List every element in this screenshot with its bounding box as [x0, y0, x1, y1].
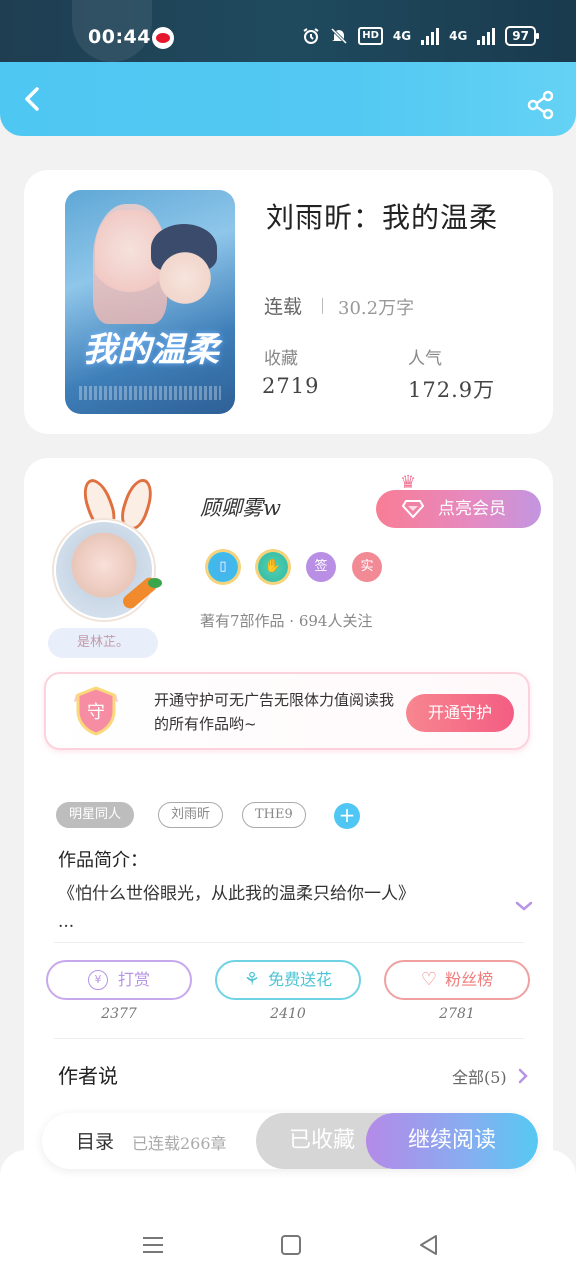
network-type-1: 4G — [392, 29, 412, 43]
open-guard-button[interactable]: 开通守护 — [406, 694, 514, 732]
mute-icon — [331, 27, 348, 45]
collect-label: 收藏 — [264, 349, 298, 369]
flower-icon: ⚘ — [243, 969, 261, 990]
handshake-badge-icon[interactable]: ✋ — [258, 552, 288, 582]
user-heart-icon: ♡ — [420, 969, 438, 990]
cover-title: 我的温柔 — [83, 330, 219, 370]
guard-text: 开通守护可无广告无限体力值阅读我的所有作品哟~ — [154, 691, 395, 733]
guard-banner[interactable]: 守 开通守护可无广告无限体力值阅读我的所有作品哟~ 开通守护 — [44, 672, 530, 750]
flower-count: 2410 — [270, 1006, 306, 1022]
alarm-icon — [303, 28, 319, 44]
guard-shield-icon: 守 — [74, 686, 118, 736]
author-detail-card: 是林芷。 顾卿雾w ♛ 点亮会员 ▯ ✋ 签 实 著有7部作品 · 694人关注… — [24, 458, 553, 1198]
collect-value: 2719 — [262, 374, 320, 398]
read-bar: 目录 已连载266章 已收藏 继续阅读 — [42, 1113, 538, 1169]
tip-button[interactable]: ¥ 打赏 — [46, 960, 192, 1000]
fan-rank-count: 2781 — [439, 1006, 475, 1022]
carrot-leaf — [148, 578, 162, 588]
book-word-count: 30.2万字 — [338, 298, 415, 319]
avatar-name-tag: 是林芷。 — [48, 628, 158, 658]
share-icon[interactable] — [526, 90, 556, 120]
book-info-card: 我的温柔 刘雨昕：我的温柔 连载 30.2万字 收藏 2719 人气 172.9… — [24, 170, 553, 434]
diamond-icon — [402, 500, 424, 518]
chapter-count: 已连载266章 — [132, 1134, 227, 1153]
author-name[interactable]: 顾卿雾w — [200, 492, 281, 522]
intro-text: 《怕什么世俗眼光，从此我的温柔只给你一人》 ... — [58, 880, 498, 938]
network-type-2: 4G — [449, 29, 468, 43]
avatar[interactable] — [54, 520, 154, 620]
continue-reading-button[interactable]: 继续阅读 — [366, 1113, 538, 1169]
book-status: 连载 — [264, 296, 303, 318]
tag-1[interactable]: 刘雨昕 — [158, 802, 224, 828]
book-title: 刘雨昕：我的温柔 — [266, 201, 499, 234]
tag-2[interactable]: THE9 — [242, 802, 306, 828]
signal-icon-2 — [477, 27, 496, 45]
send-flower-label: 免费送花 — [268, 970, 333, 989]
chevron-right-icon[interactable] — [516, 1068, 530, 1084]
author-says-heading: 作者说 — [58, 1064, 118, 1088]
chevron-down-icon[interactable] — [512, 894, 536, 918]
author-stats: 著有7部作品 · 694人关注 — [200, 612, 373, 630]
vip-button-label: 点亮会员 — [438, 499, 506, 519]
popularity-value: 172.9万 — [408, 378, 496, 402]
send-flower-button[interactable]: ⚘ 免费送花 — [215, 960, 361, 1000]
status-time: 00:44 — [88, 26, 151, 48]
back-nav-icon[interactable] — [416, 1232, 442, 1258]
divider — [54, 942, 524, 943]
top-header — [0, 62, 576, 136]
intro-ellipsis: ... — [58, 912, 75, 932]
system-nav-bar — [0, 1210, 576, 1280]
fan-rank-label: 粉丝榜 — [445, 970, 494, 989]
yen-icon: ¥ — [87, 970, 108, 990]
author-says-all-link[interactable]: 全部(5) — [452, 1064, 507, 1088]
back-icon[interactable] — [18, 84, 48, 114]
hd-icon: HD — [358, 27, 383, 45]
tip-label: 打赏 — [117, 970, 150, 989]
svg-text:守: 守 — [87, 702, 105, 723]
divider — [54, 1038, 524, 1039]
battery-icon: 97 — [505, 26, 539, 46]
vip-button[interactable]: 点亮会员 — [376, 490, 541, 528]
weibo-icon — [152, 27, 174, 49]
intro-line: 《怕什么世俗眼光，从此我的温柔只给你一人》 — [58, 884, 415, 904]
popularity-label: 人气 — [408, 349, 442, 369]
phone-badge-icon[interactable]: ▯ — [208, 552, 238, 582]
home-icon[interactable] — [278, 1232, 304, 1258]
status-icons: HD 4G 4G 97 — [302, 26, 539, 46]
tip-count: 2377 — [101, 1006, 137, 1022]
sign-badge[interactable]: 签 — [306, 552, 336, 582]
signal-icon — [421, 27, 440, 45]
status-divider — [322, 298, 323, 314]
author-avatar-frame[interactable] — [54, 475, 194, 628]
verified-badge[interactable]: 实 — [352, 552, 382, 582]
book-cover[interactable]: 我的温柔 — [65, 190, 235, 414]
add-tag-button[interactable]: + — [334, 803, 360, 829]
fan-rank-button[interactable]: ♡ 粉丝榜 — [384, 960, 530, 1000]
cover-small-text — [79, 386, 221, 400]
intro-heading: 作品简介： — [58, 850, 148, 871]
menu-icon[interactable] — [140, 1232, 166, 1258]
status-bar: 00:44 HD 4G 4G 97 — [0, 0, 576, 62]
tag-0[interactable]: 明星同人 — [56, 802, 135, 828]
cover-figure-boy — [155, 230, 215, 310]
catalog-button[interactable]: 目录 — [76, 1127, 114, 1154]
